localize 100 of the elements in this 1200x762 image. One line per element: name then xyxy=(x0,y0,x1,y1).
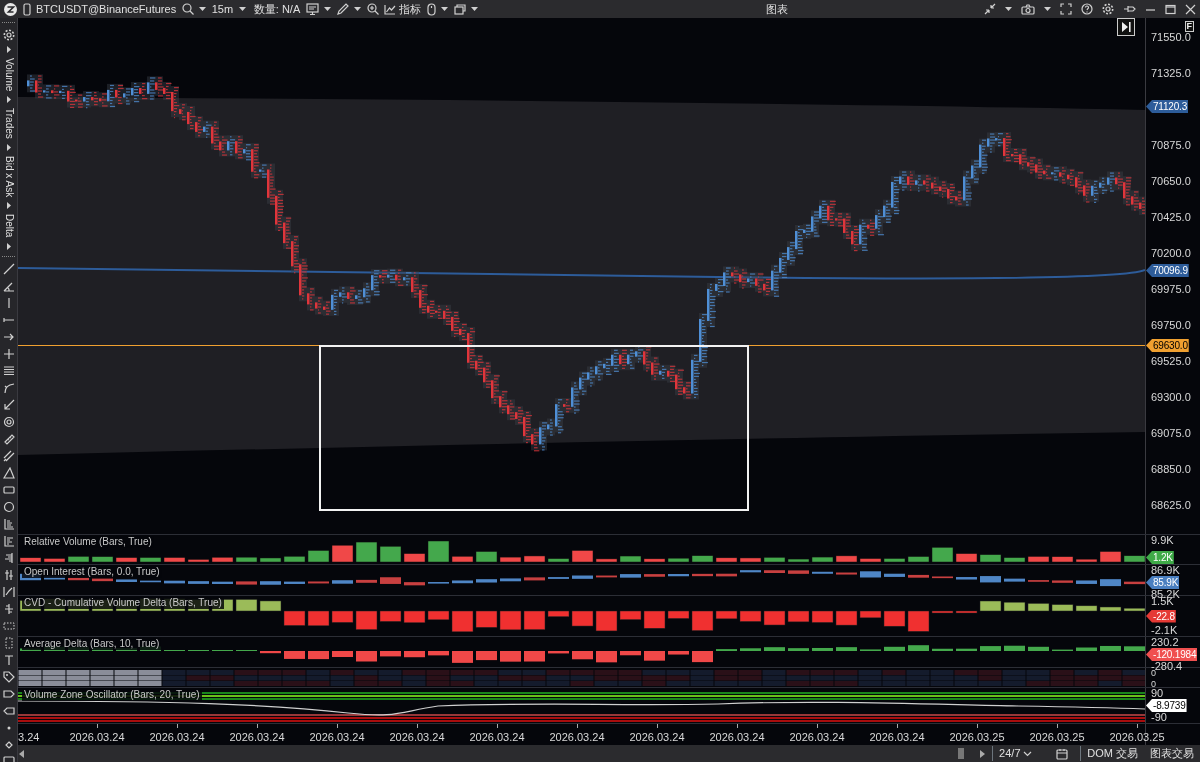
time-label: 2026.03.24 xyxy=(469,730,525,745)
line-icon[interactable] xyxy=(2,262,15,275)
bars-icon[interactable] xyxy=(2,568,15,581)
rectangle-icon[interactable] xyxy=(2,483,15,496)
grip-icon[interactable] xyxy=(1,21,16,24)
caret-icon[interactable] xyxy=(5,202,12,210)
axis-label: 68625.0 xyxy=(1151,499,1191,512)
bars-icon[interactable] xyxy=(2,534,15,547)
axis-label: 70425.0 xyxy=(1151,211,1191,224)
bars-icon[interactable] xyxy=(2,517,15,530)
indicators-button[interactable]: 指标 xyxy=(384,2,421,16)
axis-label: 69525.0 xyxy=(1151,355,1191,368)
scroll-right-icon[interactable] xyxy=(978,749,987,758)
chevron-icon xyxy=(1023,750,1033,757)
indicator-title: Open Interest (Bars, 0.0, True) xyxy=(22,566,162,578)
bars-icon[interactable] xyxy=(2,551,15,564)
axis-label: 0 xyxy=(1150,668,1156,679)
dashed-rectangle-icon[interactable] xyxy=(2,619,15,632)
axis-label: 9.9K xyxy=(1150,535,1175,546)
phone-icon[interactable] xyxy=(22,2,31,16)
crosshair-icon[interactable] xyxy=(2,347,15,360)
time-label: 2026.03.24 xyxy=(869,730,925,745)
caret-icon[interactable] xyxy=(354,6,362,12)
axis-label: 69300.0 xyxy=(1151,391,1191,404)
caret-icon[interactable] xyxy=(5,144,12,152)
text-icon[interactable] xyxy=(2,653,15,666)
caret-icon[interactable] xyxy=(471,6,478,12)
curve-icon[interactable] xyxy=(2,381,15,394)
zoom-in-icon[interactable] xyxy=(366,3,379,15)
arrow-icon[interactable] xyxy=(2,398,15,411)
time-label: 2026.03.25 xyxy=(1029,730,1085,745)
time-label: 2026.03.24 xyxy=(789,730,845,745)
ruler-icon[interactable] xyxy=(2,432,15,445)
monitor-icon[interactable] xyxy=(305,3,319,15)
pin-icon[interactable] xyxy=(1123,4,1136,14)
label-icon[interactable] xyxy=(2,704,15,717)
panel-toggle[interactable]: Trades xyxy=(2,108,15,140)
time-label: 2026.03.24 xyxy=(629,730,685,745)
settings-icon[interactable] xyxy=(2,29,15,41)
settings-icon[interactable] xyxy=(1102,3,1114,15)
panel-toggle[interactable]: Delta xyxy=(2,214,15,238)
caret-icon[interactable] xyxy=(5,96,12,104)
axis-label: 70875.0 xyxy=(1151,139,1191,152)
search-icon[interactable] xyxy=(181,3,194,15)
axis-label: 0 xyxy=(1150,679,1157,689)
maximize-icon[interactable] xyxy=(1165,3,1176,15)
circle-icon[interactable] xyxy=(2,500,15,513)
panel-toggle[interactable]: Bid x Ask xyxy=(2,156,15,198)
grip-icon[interactable] xyxy=(1,254,16,258)
windows-icon[interactable] xyxy=(453,3,466,15)
time-label: 2026.03.24 xyxy=(389,730,445,745)
triangle-icon[interactable] xyxy=(2,466,15,479)
parallel-lines-icon[interactable] xyxy=(2,449,15,462)
price-tag: -120.1984 xyxy=(1146,648,1198,661)
time-label: 2026.03.24 xyxy=(549,730,605,745)
dashed-rectangle-icon[interactable] xyxy=(2,636,15,649)
scrollbar-thumb[interactable] xyxy=(958,748,965,759)
axis-button[interactable]: F xyxy=(1184,21,1194,32)
time-label: 2026.03.24 xyxy=(309,730,365,745)
panel-toggle[interactable]: Volume xyxy=(2,58,15,92)
price-tag: -8.9739 xyxy=(1146,699,1187,712)
price-tag: 85.9K xyxy=(1146,576,1180,589)
trade-button[interactable]: DOM 交易 xyxy=(1080,746,1144,761)
fullscreen-icon[interactable] xyxy=(1060,3,1072,15)
bars-icon[interactable] xyxy=(2,602,15,615)
close-icon[interactable] xyxy=(1185,3,1196,15)
lines-icon[interactable] xyxy=(2,364,15,377)
session-dropdown[interactable]: 24/7 xyxy=(992,746,1039,761)
spiral-icon[interactable] xyxy=(2,415,15,428)
mouse-icon[interactable] xyxy=(426,2,436,16)
caret-icon[interactable] xyxy=(324,6,332,12)
trade-button[interactable]: 图表交易 xyxy=(1144,746,1200,761)
caret-icon[interactable] xyxy=(1005,6,1012,12)
window-title: 图表 xyxy=(766,1,788,17)
caret-icon[interactable] xyxy=(5,242,12,250)
instrument-name[interactable]: BTCUSDT@BinanceFutures xyxy=(36,2,177,16)
logo-icon[interactable] xyxy=(4,2,17,16)
camera-icon[interactable] xyxy=(1021,3,1035,15)
indicator-title: Relative Volume (Bars, True) xyxy=(22,536,154,548)
help-icon[interactable] xyxy=(1081,3,1093,15)
calendar-icon[interactable] xyxy=(1056,747,1069,760)
collapse-icon[interactable] xyxy=(984,3,996,15)
axis-label: 90 xyxy=(1150,688,1165,699)
tag-icon[interactable] xyxy=(2,670,15,683)
caret-icon[interactable] xyxy=(441,6,448,12)
indicator-title: Volume Zone Oscillator (Bars, 20, True) xyxy=(22,689,202,701)
axis-label: 86.9K xyxy=(1150,565,1181,576)
label-icon[interactable] xyxy=(2,687,15,700)
pencil-icon[interactable] xyxy=(336,3,349,15)
axis-label: 70650.0 xyxy=(1151,175,1191,188)
caret-icon[interactable] xyxy=(5,46,12,53)
timeframe-button[interactable]: 15m xyxy=(211,2,234,16)
caret-icon[interactable] xyxy=(238,6,246,12)
axis-label: 70200.0 xyxy=(1151,247,1191,260)
skip-to-end-button[interactable] xyxy=(1117,18,1135,36)
axis-label: 69075.0 xyxy=(1151,427,1191,440)
axis-label: 230.2 xyxy=(1150,637,1180,648)
caret-icon[interactable] xyxy=(1044,6,1051,12)
axis-label: -90 xyxy=(1150,712,1168,723)
caret-icon[interactable] xyxy=(199,6,207,12)
